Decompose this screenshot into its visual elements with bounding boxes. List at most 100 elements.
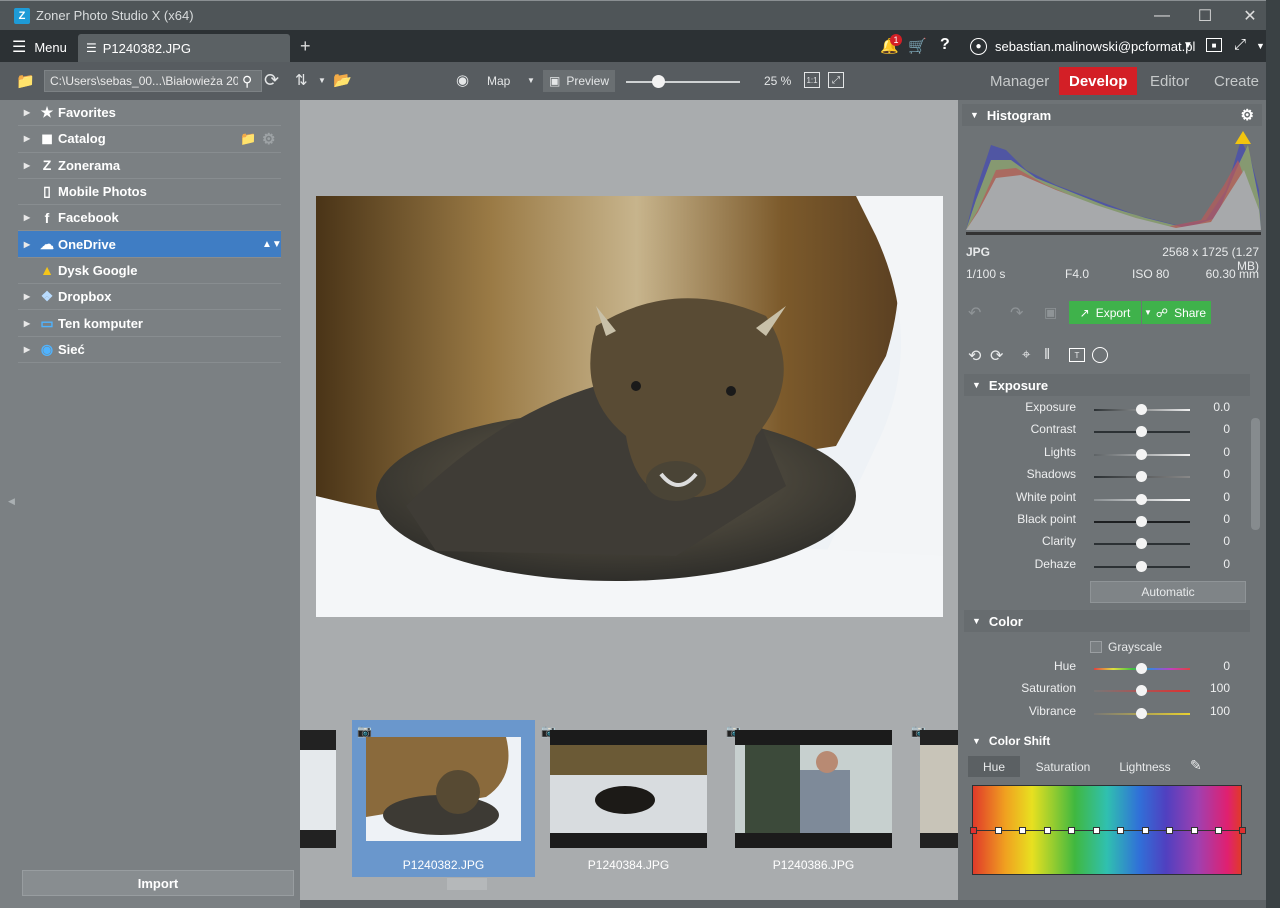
- slider-knob[interactable]: [1136, 560, 1147, 572]
- share-button[interactable]: ☍ Share: [1151, 301, 1211, 324]
- rotate-right-icon[interactable]: ⟳: [990, 346, 1003, 366]
- tab-saturation[interactable]: Saturation: [1028, 756, 1098, 777]
- chevron-down-icon[interactable]: ▼: [318, 76, 326, 85]
- nav-item-network[interactable]: ▶ ◉ Sieć: [18, 337, 281, 363]
- thumbnail-image[interactable]: [735, 730, 892, 848]
- monitor-icon[interactable]: ■: [1206, 38, 1222, 52]
- thumbnail-partial-right[interactable]: [920, 730, 958, 848]
- nav-item-dropbox[interactable]: ▶ ❖ Dropbox: [18, 284, 281, 311]
- tab-manager[interactable]: Manager: [990, 62, 1049, 100]
- cart-icon[interactable]: 🛒: [908, 37, 927, 55]
- slider-white-point[interactable]: White point 0: [966, 490, 1256, 512]
- import-button[interactable]: Import: [22, 870, 294, 896]
- nav-item-mobile-photos[interactable]: ▯ Mobile Photos: [18, 179, 281, 206]
- help-icon[interactable]: ?: [940, 36, 950, 54]
- slider-knob[interactable]: [1136, 707, 1147, 719]
- slider-knob[interactable]: [1136, 685, 1147, 697]
- rotate-left-icon[interactable]: ⟲: [968, 346, 981, 366]
- slider-clarity[interactable]: Clarity 0: [966, 534, 1256, 556]
- minimize-icon[interactable]: —: [1139, 1, 1185, 31]
- filmstrip-scroll-handle[interactable]: [447, 878, 487, 890]
- color-shift-spectrum[interactable]: [970, 785, 1246, 875]
- panel-scrollbar[interactable]: [1251, 418, 1260, 530]
- exposure-header[interactable]: ▼ Exposure: [964, 374, 1250, 396]
- nav-item-facebook[interactable]: ▶ f Facebook: [18, 205, 281, 232]
- user-icon[interactable]: ●: [970, 38, 987, 55]
- search-icon[interactable]: ⚲: [242, 73, 252, 90]
- preview-button[interactable]: ▣ Preview: [543, 70, 615, 92]
- expand-arrow-icon[interactable]: ▶: [18, 319, 36, 328]
- circle-filter-icon[interactable]: [1092, 347, 1108, 363]
- slider-knob[interactable]: [1136, 538, 1147, 550]
- zoom-slider[interactable]: [626, 81, 740, 83]
- new-folder-icon[interactable]: 📂: [333, 71, 352, 89]
- nav-item-favorites[interactable]: ▶ ★ Favorites: [18, 100, 281, 127]
- add-folder-icon[interactable]: 📁: [240, 131, 256, 147]
- document-tab[interactable]: ☰ P1240382.JPG: [78, 34, 290, 62]
- nav-item-onedrive[interactable]: ▶ ☁ OneDrive ▲▼: [18, 231, 282, 258]
- slider-lights[interactable]: Lights 0: [966, 445, 1256, 467]
- nav-item-this-computer[interactable]: ▶ ▭ Ten komputer: [18, 310, 281, 337]
- zoom-slider-knob[interactable]: [652, 75, 665, 88]
- gear-icon[interactable]: ⚙: [262, 130, 275, 148]
- sort-icon[interactable]: ⇅: [295, 71, 308, 89]
- slider-shadows[interactable]: Shadows 0: [966, 467, 1256, 489]
- slider-knob[interactable]: [1136, 471, 1147, 483]
- compare-icon[interactable]: ▣: [1044, 304, 1057, 321]
- expand-arrow-icon[interactable]: ▶: [18, 134, 36, 143]
- tab-lightness[interactable]: Lightness: [1114, 756, 1176, 777]
- map-pin-icon[interactable]: ◉: [456, 71, 469, 89]
- menu-button[interactable]: ☰ Menu: [12, 37, 67, 57]
- chevron-down-icon[interactable]: ▼: [1183, 40, 1193, 51]
- nav-item-google-drive[interactable]: ▲ Dysk Google: [18, 258, 281, 285]
- expand-arrow-icon[interactable]: ▶: [18, 108, 36, 117]
- sort-arrows-icon[interactable]: ▲▼: [262, 239, 282, 250]
- slider-knob[interactable]: [1136, 448, 1147, 460]
- crop-icon[interactable]: ⌖: [1022, 346, 1030, 363]
- expand-arrow-icon[interactable]: ▶: [18, 292, 36, 301]
- user-email[interactable]: sebastian.malinowski@pcformat.pl: [995, 39, 1195, 54]
- slider-black-point[interactable]: Black point 0: [966, 512, 1256, 534]
- expand-arrow-icon[interactable]: ▶: [18, 213, 36, 222]
- redo-icon[interactable]: ↷: [1010, 303, 1023, 323]
- actual-size-button[interactable]: 1:1: [804, 72, 820, 88]
- thumbnail-partial-left[interactable]: [300, 730, 336, 848]
- refresh-icon[interactable]: ⟳: [264, 70, 279, 91]
- tab-hue[interactable]: Hue: [968, 756, 1020, 777]
- maximize-icon[interactable]: ☐: [1182, 1, 1228, 31]
- add-tab-icon[interactable]: +: [300, 36, 311, 57]
- slider-knob[interactable]: [1136, 404, 1147, 415]
- tab-editor[interactable]: Editor: [1150, 62, 1189, 100]
- slider-dehaze[interactable]: Dehaze 0: [966, 557, 1256, 579]
- histogram-header[interactable]: ▼ Histogram ⚙: [962, 104, 1262, 126]
- slider-hue[interactable]: Hue 0: [966, 659, 1256, 681]
- tab-create[interactable]: Create: [1214, 62, 1259, 100]
- path-field[interactable]: C:\Users\sebas_00...\Białowieża 2017 ⚲: [44, 70, 262, 92]
- grayscale-checkbox[interactable]: [1090, 641, 1102, 653]
- slider-knob[interactable]: [1136, 426, 1147, 438]
- slider-knob[interactable]: [1136, 515, 1147, 527]
- slider-exposure[interactable]: Exposure 0.0: [966, 400, 1256, 422]
- nav-item-catalog[interactable]: ▶ ◼ Catalog 📁 ⚙: [18, 126, 281, 153]
- chevron-down-icon[interactable]: ▼: [527, 76, 535, 85]
- fullscreen-icon[interactable]: ⤢: [1234, 36, 1246, 53]
- folder-up-icon[interactable]: 📁: [16, 72, 35, 90]
- undo-icon[interactable]: ↶: [968, 303, 981, 323]
- slider-contrast[interactable]: Contrast 0: [966, 422, 1256, 444]
- collapse-left-icon[interactable]: ◀: [8, 496, 15, 507]
- expand-arrow-icon[interactable]: ▶: [18, 240, 36, 249]
- perspective-icon[interactable]: ‖: [1044, 346, 1050, 363]
- color-header[interactable]: ▼ Color: [964, 610, 1250, 632]
- expand-arrow-icon[interactable]: ▶: [18, 345, 36, 354]
- eyedropper-icon[interactable]: ✎: [1190, 757, 1202, 774]
- color-shift-header[interactable]: ▼ Color Shift: [964, 730, 1250, 752]
- thumbnail-image[interactable]: [550, 730, 707, 848]
- fit-screen-icon[interactable]: ⤢: [828, 72, 844, 88]
- slider-saturation[interactable]: Saturation 100: [966, 681, 1256, 703]
- export-button[interactable]: ↗ Export: [1069, 301, 1141, 324]
- tab-develop[interactable]: Develop: [1059, 67, 1138, 95]
- slider-vibrance[interactable]: Vibrance 100: [966, 704, 1256, 726]
- slider-knob[interactable]: [1136, 493, 1147, 505]
- settings-icon[interactable]: ⚙: [1241, 106, 1254, 124]
- automatic-button[interactable]: Automatic: [1090, 581, 1246, 603]
